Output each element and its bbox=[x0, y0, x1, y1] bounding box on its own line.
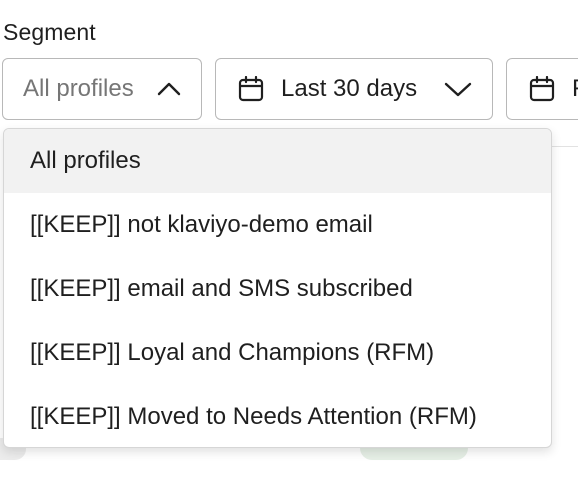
segment-option-all-profiles[interactable]: All profiles bbox=[4, 129, 551, 193]
segment-option-label: [[KEEP]] not klaviyo-demo email bbox=[30, 211, 373, 238]
segment-option-label: All profiles bbox=[30, 147, 141, 174]
compare-range-value: F bbox=[572, 75, 578, 103]
segment-label: Segment bbox=[3, 19, 96, 45]
segment-select[interactable]: All profiles bbox=[2, 58, 202, 120]
date-range-value: Last 30 days bbox=[281, 75, 418, 102]
segment-selected-value: All profiles bbox=[23, 75, 134, 102]
segment-option-email-sms-subscribed[interactable]: [[KEEP]] email and SMS subscribed bbox=[4, 257, 551, 321]
background-card bbox=[548, 146, 578, 447]
segment-option-needs-attention[interactable]: [[KEEP]] Moved to Needs Attention (RFM) bbox=[4, 385, 551, 447]
chevron-down-icon bbox=[444, 82, 472, 97]
segment-option-not-klaviyo-demo-email[interactable]: [[KEEP]] not klaviyo-demo email bbox=[4, 193, 551, 257]
chevron-up-icon bbox=[157, 82, 181, 96]
analytics-filter-bar: Segment All profiles Last 30 days F All … bbox=[0, 0, 578, 478]
segment-option-label: [[KEEP]] Moved to Needs Attention (RFM) bbox=[30, 403, 477, 430]
segment-option-label: [[KEEP]] Loyal and Champions (RFM) bbox=[30, 339, 435, 366]
segment-option-label: [[KEEP]] email and SMS subscribed bbox=[30, 275, 413, 302]
segment-dropdown-menu: All profiles [[KEEP]] not klaviyo-demo e… bbox=[3, 128, 552, 448]
calendar-icon bbox=[238, 76, 264, 102]
date-range-select[interactable]: Last 30 days bbox=[215, 58, 493, 120]
compare-range-select[interactable]: F bbox=[506, 58, 578, 120]
segment-option-loyal-champions[interactable]: [[KEEP]] Loyal and Champions (RFM) bbox=[4, 321, 551, 385]
calendar-icon bbox=[529, 76, 555, 102]
